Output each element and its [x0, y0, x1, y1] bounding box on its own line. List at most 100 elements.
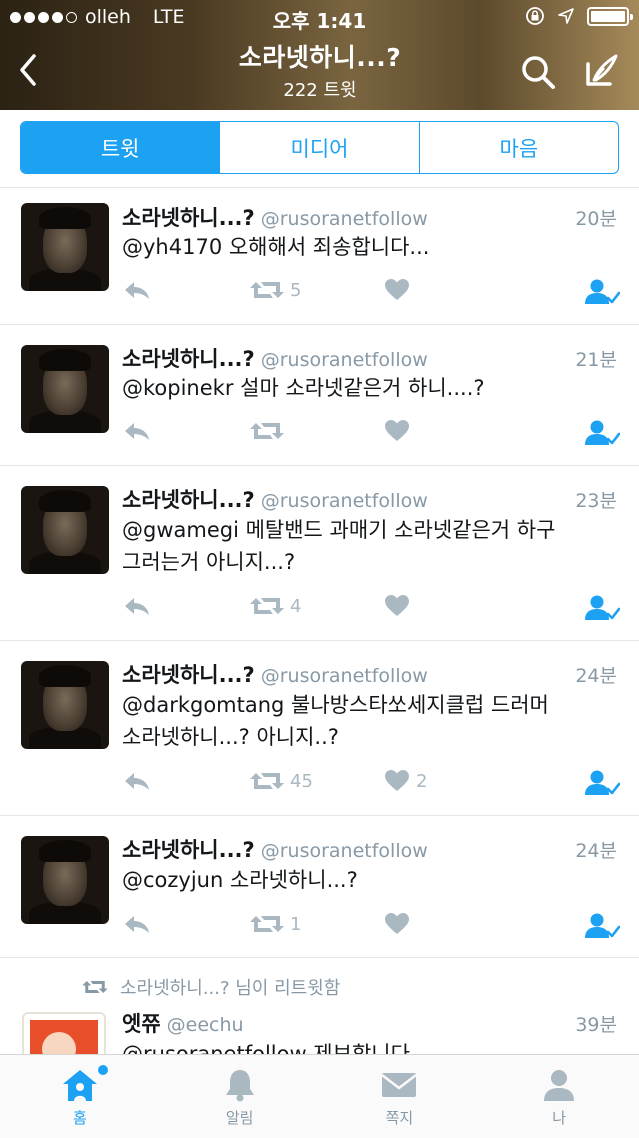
- tweet-item[interactable]: 소라넷하니...? @rusoranetfollow 24분 @darkgomta…: [0, 641, 639, 816]
- retweet-button[interactable]: 5: [250, 278, 301, 302]
- tweet-item[interactable]: 소라넷하니...? @rusoranetfollow 23분 @gwamegi 메…: [0, 466, 639, 641]
- tweet-item[interactable]: 소라넷하니...? @rusoranetfollow 20분 @yh4170 오해…: [0, 188, 639, 325]
- tweet-timeline[interactable]: 소라넷하니...? @rusoranetfollow 20분 @yh4170 오해…: [0, 188, 639, 1054]
- like-button[interactable]: [384, 278, 416, 302]
- tab-tweets[interactable]: 트윗: [21, 122, 221, 173]
- tweet-actions: 5: [122, 278, 622, 308]
- bell-icon: [225, 1070, 254, 1102]
- like-button[interactable]: [384, 912, 416, 936]
- tab-messages[interactable]: 쪽지: [320, 1055, 480, 1138]
- heart-icon: [385, 913, 409, 934]
- tweet-author-name[interactable]: 소라넷하니...?: [122, 488, 255, 512]
- tab-likes[interactable]: 마음: [420, 122, 618, 173]
- new-content-dot: [98, 1065, 108, 1075]
- profile-title: 소라넷하니...?: [238, 43, 402, 72]
- tweet-item[interactable]: 소라넷하니...? @rusoranetfollow 24분 @cozyjun 소…: [0, 816, 639, 958]
- avatar[interactable]: [21, 203, 109, 291]
- status-icons: [525, 6, 633, 26]
- tweet-author-handle: @rusoranetfollow: [260, 490, 428, 512]
- tweet-author-name[interactable]: 소라넷하니...?: [122, 663, 255, 687]
- envelope-icon: [381, 1073, 418, 1097]
- follow-status-button[interactable]: [584, 769, 620, 797]
- retweet-context-text: 소라넷하니...? 님이 리트윗함: [120, 978, 341, 999]
- heart-icon: [385, 770, 409, 791]
- tweet-author-name[interactable]: 엣쮸: [122, 1012, 161, 1036]
- reply-button[interactable]: [122, 278, 152, 302]
- tab-messages-label: 쪽지: [385, 1109, 414, 1127]
- like-button[interactable]: [384, 419, 416, 443]
- search-button[interactable]: [518, 52, 558, 92]
- reply-button[interactable]: [122, 419, 152, 443]
- tab-me[interactable]: 나: [479, 1055, 639, 1138]
- tweet-timestamp: 39분: [575, 1014, 617, 1036]
- retweet-count: 1: [290, 913, 302, 935]
- avatar[interactable]: [21, 345, 109, 433]
- reply-icon: [125, 598, 149, 615]
- following-check-icon: [585, 913, 620, 938]
- retweet-context: 소라넷하니...? 님이 리트윗함: [82, 974, 340, 1000]
- back-button[interactable]: [14, 50, 44, 90]
- tweet-author-handle: @rusoranetfollow: [260, 665, 428, 687]
- tweet-actions: 45 2: [122, 769, 622, 799]
- retweet-icon: [250, 773, 284, 789]
- like-button[interactable]: 2: [384, 769, 427, 793]
- retweet-icon: [250, 282, 284, 298]
- tweet-author-name[interactable]: 소라넷하니...?: [122, 206, 255, 230]
- like-button[interactable]: [384, 594, 416, 618]
- retweet-button[interactable]: 1: [250, 912, 301, 936]
- tab-media[interactable]: 미디어: [220, 122, 420, 173]
- retweet-button[interactable]: [250, 419, 290, 443]
- battery-icon: [587, 6, 633, 26]
- like-count: 2: [416, 770, 428, 792]
- retweet-button[interactable]: 45: [250, 769, 313, 793]
- retweet-count: 45: [290, 770, 313, 792]
- following-check-icon: [585, 279, 620, 304]
- retweet-count: 5: [290, 279, 302, 301]
- reply-button[interactable]: [122, 769, 152, 793]
- follow-status-button[interactable]: [584, 594, 620, 622]
- status-bar: olleh LTE 오후 1:41: [0, 0, 639, 34]
- tweet-timestamp: 23분: [575, 490, 617, 512]
- avatar[interactable]: [22, 1012, 106, 1054]
- tweet-text-line: 소라넷하니...? 아니지..?: [122, 725, 339, 749]
- following-check-icon: [585, 595, 620, 620]
- avatar[interactable]: [21, 836, 109, 924]
- bottom-tab-bar: 홈 알림 쪽지 나: [0, 1054, 639, 1138]
- tweet-text: @yh4170 오해해서 죄송합니다...: [122, 235, 430, 259]
- reply-button[interactable]: [122, 912, 152, 936]
- following-check-icon: [585, 770, 620, 795]
- tweet-author-name[interactable]: 소라넷하니...?: [122, 838, 255, 862]
- follow-status-button[interactable]: [584, 419, 620, 447]
- follow-status-button[interactable]: [584, 912, 620, 940]
- profile-tabs: 트윗 미디어 마음: [20, 121, 619, 174]
- heart-icon: [385, 279, 409, 300]
- tab-home[interactable]: 홈: [0, 1055, 160, 1138]
- reply-icon: [125, 282, 149, 299]
- compose-icon: [586, 54, 618, 86]
- tab-notifications[interactable]: 알림: [160, 1055, 320, 1138]
- retweet-icon: [82, 981, 108, 993]
- avatar[interactable]: [21, 661, 109, 749]
- profile-header: olleh LTE 오후 1:41 소라넷하니...? 222 트윗: [0, 0, 639, 110]
- tab-me-label: 나: [552, 1109, 567, 1127]
- tweet-author-handle: @eechu: [166, 1014, 244, 1036]
- tweet-text: @cozyjun 소라넷하니...?: [122, 868, 358, 892]
- tweet-author-name[interactable]: 소라넷하니...?: [122, 347, 255, 371]
- search-icon: [522, 56, 555, 89]
- tab-notifications-label: 알림: [225, 1109, 254, 1127]
- retweet-button[interactable]: 4: [250, 594, 301, 618]
- compose-button[interactable]: [580, 50, 622, 92]
- tweet-timestamp: 24분: [575, 840, 617, 862]
- reply-icon: [125, 916, 149, 933]
- tweet-text: @rusoranetfollow 제보합니다: [122, 1042, 410, 1054]
- profile-tabs-area: 트윗 미디어 마음: [0, 110, 639, 188]
- follow-status-button[interactable]: [584, 278, 620, 306]
- tweet-author-handle: @rusoranetfollow: [260, 840, 428, 862]
- retweet-icon: [250, 916, 284, 932]
- tweet-item[interactable]: 소라넷하니...? @rusoranetfollow 21분 @kopinekr …: [0, 325, 639, 466]
- retweet-item[interactable]: 소라넷하니...? 님이 리트윗함 엣쮸 @eechu 39분 @rusorane…: [0, 958, 639, 1054]
- tweet-actions: 4: [122, 594, 622, 624]
- avatar[interactable]: [21, 486, 109, 574]
- reply-button[interactable]: [122, 594, 152, 618]
- retweet-icon: [250, 598, 284, 614]
